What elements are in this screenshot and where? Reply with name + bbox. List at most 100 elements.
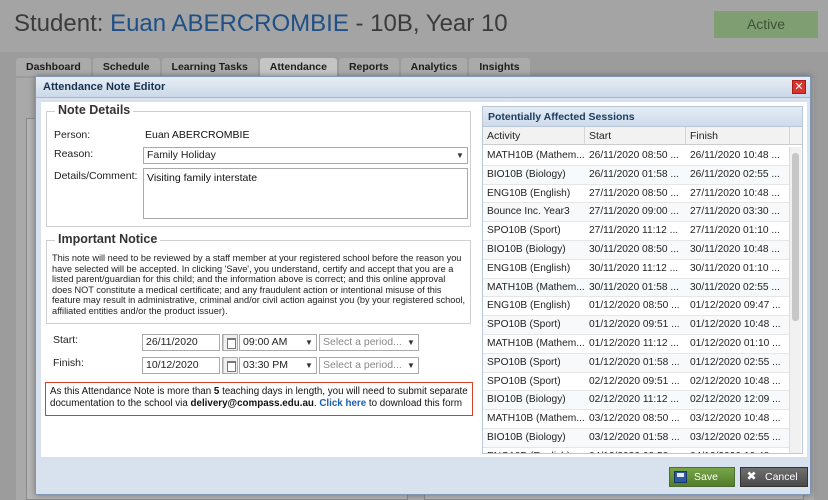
table-row[interactable]: ENG10B (English)04/12/2020 08:50 ...04/1… [483,448,789,453]
column-activity[interactable]: Activity [483,127,585,144]
calendar-icon [223,335,237,350]
table-row[interactable]: MATH10B (Mathem... 01/12/2020 11:12 ... 01… [483,335,789,354]
cell-start: 02/12/2020 09:51 ... [589,375,680,387]
length-warning: As this Attendance Note is more than 5 t… [45,382,473,416]
status-badge: Active [714,11,818,38]
cancel-label: Cancel [765,471,798,483]
tab-schedule[interactable]: Schedule [92,58,160,76]
cell-start: 01/12/2020 11:12 ... [589,337,679,349]
cell-start: 27/11/2020 08:50 ... [589,187,679,199]
chevron-down-icon: ▼ [407,361,415,370]
table-row[interactable]: ENG10B (English) 01/12/2020 08:50 ... 01/1… [483,297,789,317]
details-label: Details/Comment: [54,170,138,182]
cell-finish: 01/12/2020 09:47 ... [690,300,781,312]
table-row[interactable]: Bounce Inc. Year3 27/11/2020 09:00 ... 27/… [483,203,789,223]
warning-text-4: to download this form [366,398,463,409]
table-row[interactable]: BIO10B (Biology) 03/12/2020 01:58 ... 03/1… [483,428,789,448]
tab-reports[interactable]: Reports [338,58,399,76]
details-textarea[interactable]: Visiting family interstate [143,168,468,219]
tab-dashboard[interactable]: Dashboard [16,58,91,76]
warning-email: delivery@compass.edu.au [190,398,314,409]
cell-finish: 02/12/2020 12:09 ... [690,394,781,406]
cell-start: 04/12/2020 08:50 ... [585,448,686,453]
sessions-scrollbar[interactable] [789,147,801,453]
table-row[interactable]: BIO10B (Biology) 26/11/2020 01:58 ... 26/1… [483,165,789,185]
cell-activity: ENG10B (English) [487,262,571,274]
column-start[interactable]: Start [585,127,686,144]
table-row[interactable]: SPO10B (Sport) 27/11/2020 11:12 ... 27/11/… [483,222,789,241]
chevron-down-icon: ▼ [305,338,313,347]
table-row[interactable]: MATH10B (Mathem... 03/12/2020 08:50 ... 03… [483,410,789,429]
finish-time-select[interactable]: 03:30 PM ▼ [239,357,317,374]
finish-date-value: 10/12/2020 [146,359,199,371]
scrollbar-thumb[interactable] [792,153,799,321]
finish-period-placeholder: Select a period... [323,359,402,371]
person-label: Person: [54,129,91,141]
close-button[interactable]: ✕ [792,80,806,94]
cell-activity: ENG10B (English) [487,187,571,199]
cell-finish: 26/11/2020 02:55 ... [690,168,780,180]
cell-finish: 30/11/2020 02:55 ... [690,281,780,293]
sessions-header: Activity Start Finish [483,127,802,145]
save-label: Save [694,471,718,483]
start-time-select[interactable]: 09:00 AM ▼ [239,334,317,351]
cell-finish: 02/12/2020 10:48 ... [690,375,781,387]
cell-start: 03/12/2020 08:50 ... [589,413,680,425]
reason-value: Family Holiday [147,149,216,161]
cell-start: 03/12/2020 01:58 ... [589,431,680,443]
chevron-down-icon: ▼ [407,338,415,347]
tab-bar: Dashboard Schedule Learning Tasks Attend… [16,58,532,78]
tab-attendance[interactable]: Attendance [259,58,337,76]
tab-analytics[interactable]: Analytics [400,58,468,76]
start-period-select[interactable]: Select a period... ▼ [319,334,419,351]
cell-start: 26/11/2020 01:58 ... [589,168,679,180]
tab-insights[interactable]: Insights [469,58,530,76]
cell-start: 01/12/2020 09:51 ... [589,319,680,331]
finish-date-picker-button[interactable] [222,357,238,374]
page-header: Student: Euan ABERCROMBIE - 10B, Year 10… [0,0,828,52]
table-row[interactable]: SPO10B (Sport) 02/12/2020 09:51 ... 02/12/… [483,373,789,392]
note-details-legend: Note Details [55,103,134,117]
start-date-value: 26/11/2020 [146,336,198,348]
warning-text-1: As this Attendance Note is more than [50,386,214,397]
table-row[interactable]: ENG10B (English) 27/11/2020 08:50 ... 27/1… [483,185,789,204]
tab-learning-tasks[interactable]: Learning Tasks [161,58,258,76]
person-value: Euan ABERCROMBIE [145,129,250,141]
start-period-placeholder: Select a period... [323,336,402,348]
finish-date-input[interactable]: 10/12/2020 [142,357,220,374]
cell-activity: ENG10B (English) [487,300,571,312]
table-row[interactable]: BIO10B (Biology) 30/11/2020 08:50 ... 30/1… [483,240,789,260]
finish-period-select[interactable]: Select a period... ▼ [319,357,419,374]
sessions-rows: MATH10B (Mathem... 26/11/2020 08:50 ... 26… [483,147,789,453]
table-row[interactable]: SPO10B (Sport) 01/12/2020 09:51 ... 01/12/… [483,316,789,335]
table-row[interactable]: MATH10B (Mathem... 30/11/2020 01:58 ... 30… [483,278,789,298]
cell-activity: BIO10B (Biology) [487,168,566,180]
chevron-down-icon: ▼ [456,151,464,160]
cell-finish: 27/11/2020 03:30 ... [690,206,780,218]
cell-activity: MATH10B (Mathem... [487,150,585,161]
table-row[interactable]: BIO10B (Biology) 02/12/2020 11:12 ... 02/1… [483,391,789,411]
download-form-link[interactable]: Click here [319,398,366,409]
cell-start: 30/11/2020 01:58 ... [589,281,679,293]
cell-start: 01/12/2020 01:58 ... [589,356,680,368]
cell-activity: SPO10B (Sport) [487,319,561,331]
cell-activity: BIO10B (Biology) [487,394,566,406]
start-date-picker-button[interactable] [222,334,238,351]
save-button[interactable]: Save [669,467,735,487]
table-row[interactable]: MATH10B (Mathem... 26/11/2020 08:50 ... 26… [483,147,789,166]
cell-activity: BIO10B (Biology) [487,243,566,255]
start-date-input[interactable]: 26/11/2020 [142,334,220,351]
cell-finish: 01/12/2020 10:48 ... [690,319,781,331]
table-row[interactable]: ENG10B (English) 30/11/2020 11:12 ... 30/1… [483,260,789,279]
table-row[interactable]: SPO10B (Sport) 01/12/2020 01:58 ... 01/12/… [483,353,789,373]
start-time-value: 09:00 AM [243,336,288,348]
cell-activity: ENG10B (English) [483,448,585,453]
reason-label: Reason: [54,148,94,160]
reason-select[interactable]: Family Holiday ▼ [143,147,468,164]
cancel-button[interactable]: ✖ Cancel [740,467,808,487]
notice-text: This note will need to be reviewed by a … [52,253,466,316]
cell-activity: SPO10B (Sport) [487,225,561,237]
cell-start: 30/11/2020 11:12 ... [589,262,679,274]
cell-start: 30/11/2020 08:50 ... [589,243,679,255]
column-finish[interactable]: Finish [686,127,790,144]
